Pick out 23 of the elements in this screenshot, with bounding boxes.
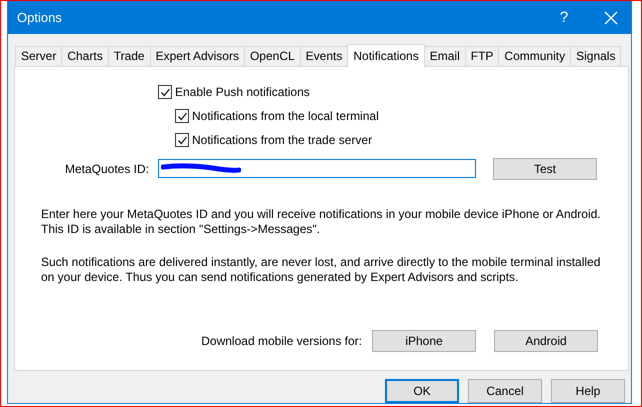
checkbox-label: Notifications from the local terminal xyxy=(192,109,379,124)
checkbox[interactable] xyxy=(175,109,189,124)
info-paragraph: Enter here your MetaQuotes ID and you will receive notifications in your mobile device iPhone or Android. This ID is available in section "Settings->Messages". xyxy=(41,206,601,237)
tab[interactable]: Signals xyxy=(570,46,622,66)
download-label: Download mobile versions for: xyxy=(201,334,362,348)
dialog-button[interactable]: Cancel xyxy=(468,378,542,403)
window-title: Options xyxy=(16,10,63,26)
checkbox[interactable] xyxy=(175,133,189,148)
field-label: MetaQuotes ID: xyxy=(64,162,149,176)
checkbox-label: Enable Push notifications xyxy=(175,85,310,100)
download-button[interactable]: Android xyxy=(494,330,598,352)
checkbox[interactable] xyxy=(158,85,172,100)
help-button[interactable]: ? xyxy=(544,2,584,33)
checkbox-label: Notifications from the trade server xyxy=(192,133,372,148)
dialog-button[interactable]: OK xyxy=(385,378,459,403)
id-input-field[interactable] xyxy=(158,159,476,178)
close-icon xyxy=(604,10,618,25)
tab[interactable]: Notifications xyxy=(347,44,425,67)
info-paragraph: Such notifications are delivered instantly, are never lost, and arrive directly to the mobile terminal installed on your device. Thus you can send notifications generated by Expert Advisors and scripts. xyxy=(41,254,601,285)
dialog-button[interactable]: Help xyxy=(551,378,625,403)
test-button[interactable]: Test xyxy=(493,158,597,180)
tab[interactable]: Server xyxy=(15,46,62,66)
download-button[interactable]: iPhone xyxy=(372,330,476,352)
